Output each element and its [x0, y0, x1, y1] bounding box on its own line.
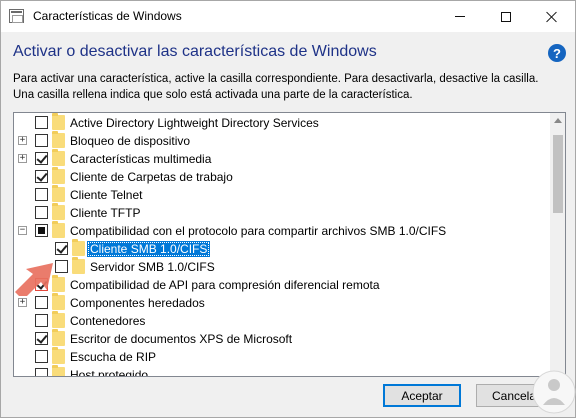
feature-row-smb1-support[interactable]: − Compatibilidad con el protocolo para c… [14, 221, 549, 240]
feature-label: Compatibilidad de API para compresión di… [70, 278, 380, 292]
scrollbar-thumb[interactable] [553, 135, 563, 213]
minimize-button[interactable] [437, 1, 483, 32]
expand-icon[interactable]: + [18, 154, 27, 163]
folder-icon [52, 329, 65, 346]
folder-icon [52, 221, 65, 238]
feature-checkbox[interactable] [35, 296, 48, 309]
feature-row-tftp[interactable]: Cliente TFTP [14, 203, 549, 222]
feature-label: Escucha de RIP [70, 350, 157, 364]
instructions-line-2: Una casilla rellena indica que solo está… [13, 89, 413, 101]
expand-icon[interactable]: + [18, 136, 27, 145]
feature-row-rdc-api[interactable]: Compatibilidad de API para compresión di… [14, 275, 549, 294]
scroll-up-icon[interactable] [554, 118, 562, 123]
folder-icon [52, 347, 65, 364]
feature-label: Bloqueo de dispositivo [70, 134, 191, 148]
folder-icon [52, 149, 65, 166]
windows-features-dialog: Características de Windows Activar o des… [0, 0, 576, 418]
feature-row-smb1-server[interactable]: Servidor SMB 1.0/CIFS [14, 257, 549, 276]
feature-checkbox[interactable] [35, 116, 48, 129]
feature-row-guarded-host[interactable]: Host protegido [14, 365, 549, 377]
annotation-arrow-icon [15, 263, 53, 296]
feature-checkbox[interactable] [35, 170, 48, 183]
windows-features-icon [9, 9, 24, 23]
feature-label: Cliente de Carpetas de trabajo [70, 170, 233, 184]
feature-row-telnet[interactable]: Cliente Telnet [14, 185, 549, 204]
feature-label: Active Directory Lightweight Directory S… [70, 116, 319, 130]
help-icon[interactable]: ? [548, 44, 566, 62]
instructions-line-1: Para activar una característica, active … [13, 73, 539, 85]
feature-row-rip-listener[interactable]: Escucha de RIP [14, 347, 549, 366]
feature-label-selected: Cliente SMB 1.0/CIFS [87, 241, 211, 257]
feature-checkbox[interactable] [35, 224, 48, 237]
feature-row-smb1-client[interactable]: Cliente SMB 1.0/CIFS [14, 239, 549, 258]
accept-button[interactable]: Aceptar [383, 384, 461, 407]
folder-icon [52, 365, 65, 376]
feature-row-device-lockdown[interactable]: + Bloqueo de dispositivo [14, 131, 549, 150]
feature-label: Características multimedia [70, 152, 212, 166]
title-bar[interactable]: Características de Windows [1, 1, 575, 32]
maximize-button[interactable] [483, 1, 529, 32]
watermark-logo-icon [532, 370, 576, 414]
features-tree[interactable]: Active Directory Lightweight Directory S… [13, 112, 566, 377]
folder-icon [52, 131, 65, 148]
feature-label: Cliente TFTP [70, 206, 141, 220]
feature-checkbox[interactable] [35, 368, 48, 376]
feature-row-containers[interactable]: Contenedores [14, 311, 549, 330]
folder-icon [52, 203, 65, 220]
feature-label: Cliente Telnet [70, 188, 143, 202]
folder-icon [52, 167, 65, 184]
feature-label: Servidor SMB 1.0/CIFS [90, 260, 215, 274]
close-icon [546, 11, 558, 23]
feature-checkbox[interactable] [35, 350, 48, 363]
feature-row-ad-lds[interactable]: Active Directory Lightweight Directory S… [14, 113, 549, 132]
feature-label: Host protegido [70, 368, 149, 377]
feature-checkbox[interactable] [35, 206, 48, 219]
maximize-icon [501, 11, 511, 22]
feature-row-xps-writer[interactable]: Escritor de documentos XPS de Microsoft [14, 329, 549, 348]
folder-icon [52, 113, 65, 130]
feature-checkbox[interactable] [35, 314, 48, 327]
folder-icon [52, 311, 65, 328]
vertical-scrollbar[interactable] [550, 113, 565, 376]
feature-label: Escritor de documentos XPS de Microsoft [70, 332, 293, 346]
feature-row-media-features[interactable]: + Características multimedia [14, 149, 549, 168]
feature-checkbox[interactable] [35, 152, 48, 165]
instructions-text: Para activar una característica, active … [13, 71, 563, 103]
feature-row-work-folders[interactable]: Cliente de Carpetas de trabajo [14, 167, 549, 186]
feature-checkbox[interactable] [35, 188, 48, 201]
folder-icon [72, 257, 85, 274]
collapse-icon[interactable]: − [18, 226, 27, 235]
feature-label: Contenedores [70, 314, 146, 328]
page-heading: Activar o desactivar las características… [13, 43, 377, 60]
feature-checkbox[interactable] [35, 332, 48, 345]
folder-icon [52, 185, 65, 202]
feature-checkbox[interactable] [55, 242, 68, 255]
feature-checkbox[interactable] [55, 260, 68, 273]
feature-label: Componentes heredados [70, 296, 205, 310]
close-button[interactable] [529, 1, 575, 32]
feature-row-legacy-components[interactable]: + Componentes heredados [14, 293, 549, 312]
minimize-icon [455, 16, 465, 17]
window-title: Características de Windows [33, 9, 182, 23]
expand-icon[interactable]: + [18, 298, 27, 307]
feature-checkbox[interactable] [35, 134, 48, 147]
feature-label: Compatibilidad con el protocolo para com… [70, 224, 447, 238]
folder-icon [52, 293, 65, 310]
folder-icon [72, 239, 85, 256]
